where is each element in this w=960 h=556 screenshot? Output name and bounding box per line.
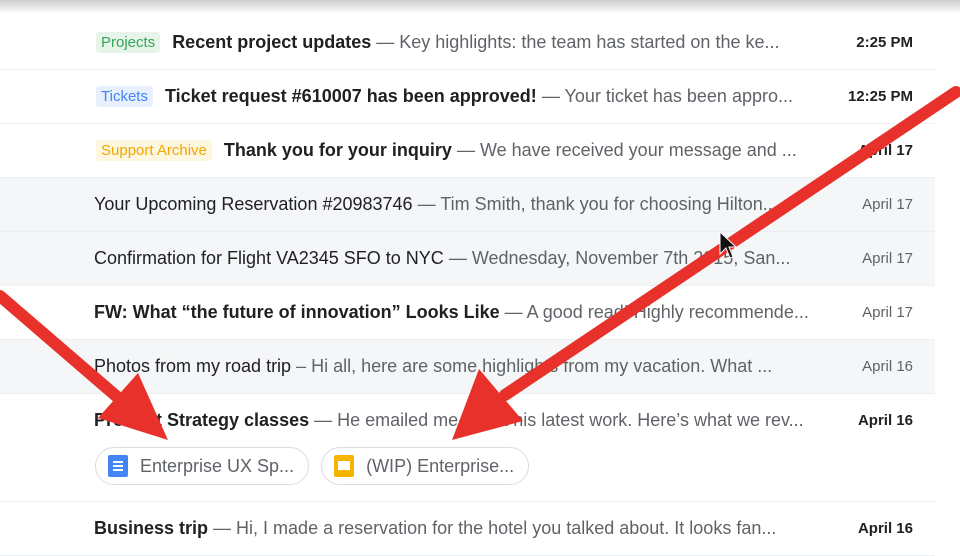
- red-arrow-left: [0, 290, 168, 440]
- mouse-cursor-icon: [719, 230, 738, 259]
- red-arrow-right: [452, 86, 960, 440]
- annotation-arrows: [0, 86, 960, 440]
